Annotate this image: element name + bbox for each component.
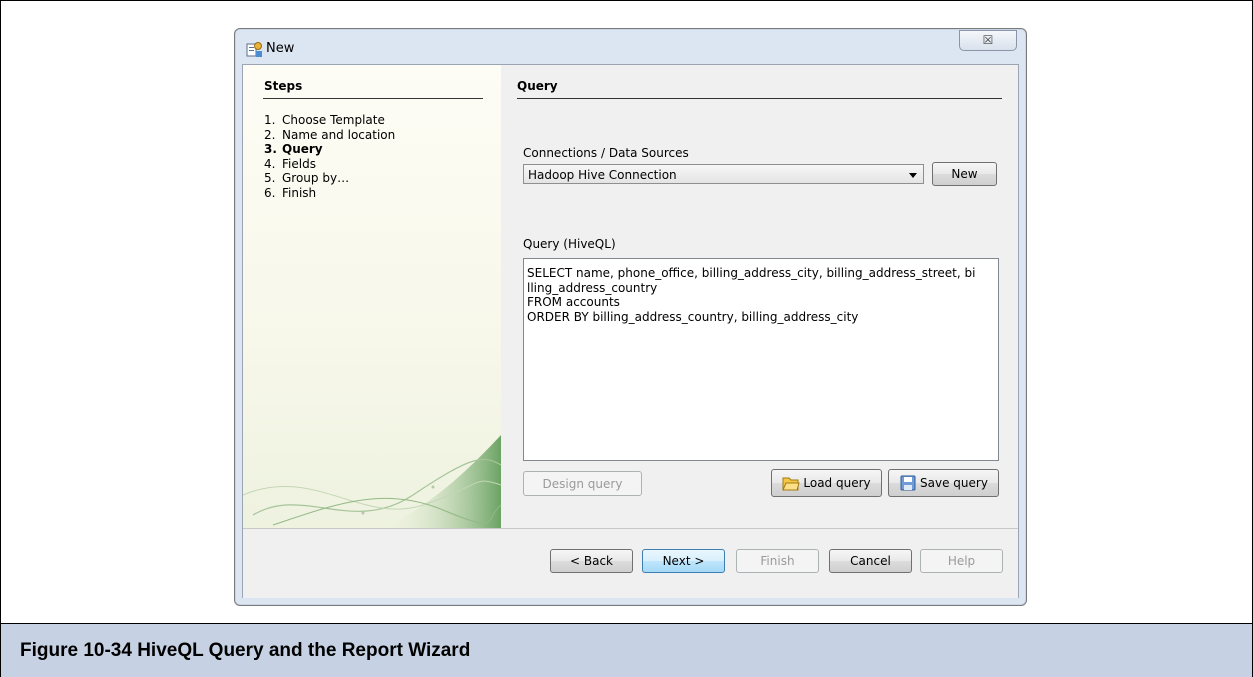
step-item-active: 3. Query: [264, 142, 323, 156]
title-bar: New ☒: [235, 29, 1026, 63]
query-label: Query (HiveQL): [523, 237, 616, 251]
steps-list: 1. Choose Template 2. Name and location 3.…: [264, 113, 395, 200]
steps-divider: [263, 98, 483, 99]
folder-open-icon: [782, 477, 801, 491]
wizard-button-bar: < Back Next > Finish Cancel Help: [243, 528, 1018, 598]
step-item: 6. Finish: [264, 185, 317, 200]
query-line: lling_address_country: [527, 280, 658, 295]
dialog-title: New: [266, 41, 295, 56]
query-pane: Query Connections / Data Sources Hadoop …: [501, 65, 1018, 528]
save-query-button[interactable]: Save query: [888, 469, 999, 497]
save-query-label: Save query: [920, 476, 988, 490]
query-line: ORDER BY billing_address_country, billin…: [527, 309, 859, 324]
chevron-down-icon: [909, 173, 917, 178]
query-line: FROM accounts: [527, 295, 620, 309]
query-line: SELECT name, phone_office, billing_addre…: [527, 266, 976, 280]
close-icon: ☒: [982, 33, 994, 47]
query-heading: Query: [517, 79, 558, 93]
connection-select[interactable]: Hadoop Hive Connection: [523, 164, 924, 184]
new-connection-button[interactable]: New: [932, 162, 997, 186]
help-button[interactable]: Help: [920, 549, 1003, 573]
figure-caption-bar: Figure 10-34 HiveQL Query and the Report…: [1, 623, 1252, 677]
report-wizard-icon: [246, 42, 262, 57]
figure-caption: Figure 10-34 HiveQL Query and the Report…: [20, 640, 471, 661]
load-query-label: Load query: [803, 476, 871, 490]
finish-button[interactable]: Finish: [736, 549, 819, 573]
decorative-swirl: [243, 435, 501, 528]
step-item: 1. Choose Template: [264, 113, 385, 127]
step-item: 5. Group by…: [264, 171, 350, 185]
save-disk-icon: [900, 475, 916, 491]
back-button[interactable]: < Back: [550, 549, 633, 573]
figure-frame: New ☒ Steps 1. Choose Template 2. Name and…: [0, 0, 1253, 677]
query-divider: [517, 98, 1002, 99]
step-item: 4. Fields: [264, 156, 316, 171]
cancel-button[interactable]: Cancel: [829, 549, 912, 573]
next-button[interactable]: Next >: [642, 549, 725, 573]
dialog-client: Steps 1. Choose Template 2. Name and locat…: [242, 64, 1019, 598]
new-report-dialog: New ☒ Steps 1. Choose Template 2. Name and…: [234, 28, 1027, 606]
step-item: 2. Name and location: [264, 127, 396, 142]
close-button[interactable]: ☒: [959, 30, 1017, 51]
design-query-button[interactable]: Design query: [523, 471, 642, 496]
steps-pane: Steps 1. Choose Template 2. Name and locat…: [243, 65, 501, 528]
connections-label: Connections / Data Sources: [523, 146, 689, 160]
steps-heading: Steps: [264, 79, 303, 93]
load-query-button[interactable]: Load query: [771, 469, 882, 497]
connection-selected-value: Hadoop Hive Connection: [528, 168, 677, 182]
query-textarea[interactable]: SELECT name, phone_office, billing_addre…: [523, 258, 999, 461]
